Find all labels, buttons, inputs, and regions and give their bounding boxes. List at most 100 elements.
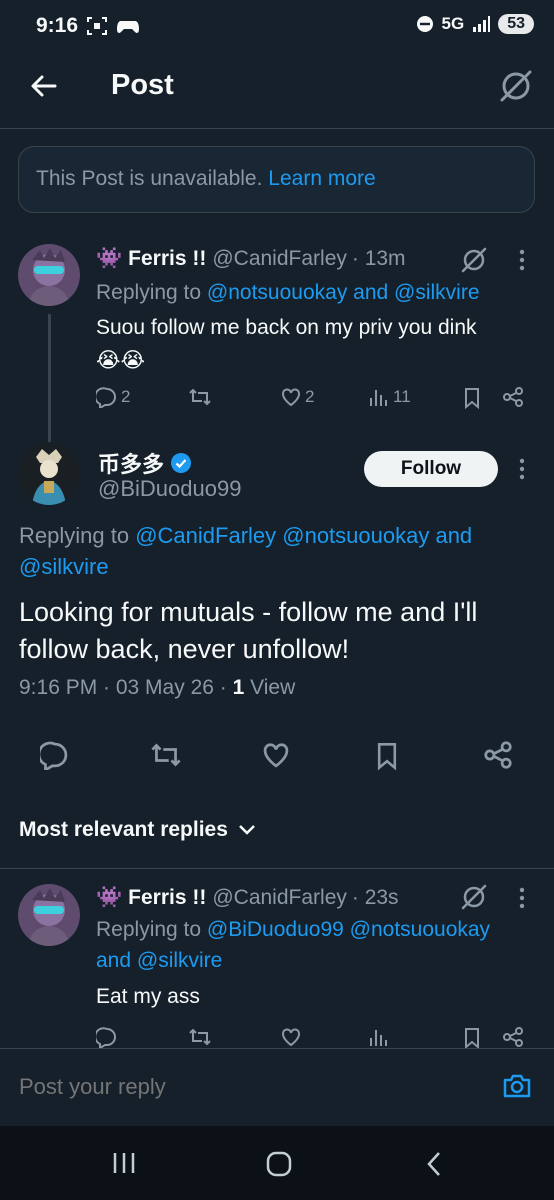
system-nav-bar [0,1126,554,1200]
replying-prefix: Replying to [19,523,130,548]
user-handle[interactable]: @CanidFarley [212,886,347,910]
reply-button[interactable] [96,1026,118,1048]
avatar-image [18,443,80,505]
screenshot-icon [86,16,108,36]
views-icon [370,390,387,406]
grok-explain-button[interactable] [460,246,488,274]
more-options-button[interactable] [518,886,526,910]
top-header: Post [0,54,554,129]
more-options-button[interactable] [518,248,526,272]
share-button[interactable] [502,386,524,408]
display-name[interactable]: Ferris !! [128,247,206,271]
replying-prefix: Replying to [96,918,202,941]
bookmark-button[interactable] [462,386,482,410]
like-count: 2 [305,387,315,406]
reply-icon [40,741,68,770]
heart-icon [282,388,300,407]
like-button[interactable]: 2 [280,386,314,408]
avatar[interactable] [18,884,80,946]
replying-to-line: Replying to @BiDuoduo99 @notsuouokay and… [96,914,546,976]
reply-icon [96,387,116,408]
share-icon [503,387,523,407]
bookmark-icon [465,388,479,410]
timestamp: · 13m [351,247,406,270]
signal-icon [472,16,491,32]
views-button[interactable] [368,1026,390,1048]
user-handle[interactable]: @BiDuoduo99 [98,476,241,502]
tweet-timestamp: 9:16 PM · 03 May 26 · [19,676,233,699]
user-handle[interactable]: @CanidFarley [212,247,347,271]
replying-to-mentions[interactable]: @CanidFarley @notsuouokay and [135,523,472,548]
tweet-text: Suou follow me back on my priv you dink … [96,312,536,376]
grok-button[interactable] [498,68,534,104]
game-controller-icon [116,16,140,36]
back-button[interactable] [28,70,60,102]
reply-icon [96,1027,116,1048]
avatar[interactable] [18,443,80,505]
views-button[interactable]: 11 [368,386,411,408]
reply-sort-dropdown[interactable]: Most relevant replies [19,818,256,842]
grok-icon [500,70,532,102]
tweet-text: Eat my ass [96,985,200,1008]
tweet-meta: 9:16 PM · 03 May 26 · 1 View [19,676,295,700]
grok-explain-button[interactable] [460,883,488,911]
reply-composer [0,1048,554,1127]
more-vertical-icon [519,249,525,271]
display-name[interactable]: 币多多 [98,447,164,479]
repost-button[interactable] [188,386,215,408]
heart-icon [282,1028,300,1047]
view-label[interactable]: View [244,676,295,699]
tweet-text-line: Suou follow me back on my priv you dink [96,316,477,339]
learn-more-link[interactable]: Learn more [268,167,375,190]
recent-apps-icon [113,1153,135,1173]
main-author-name-row: 币多多 [98,447,192,479]
bookmark-button[interactable] [374,740,400,772]
reply1-header: 👾 Ferris !! @CanidFarley · 13m [96,247,406,271]
tweet-actions: 2 2 11 [96,386,536,414]
views-icon [370,1030,387,1046]
grok-icon [461,247,487,273]
unavailable-post-notice: This Post is unavailable. Learn more [18,146,535,213]
follow-button[interactable]: Follow [364,451,498,487]
sort-label: Most relevant replies [19,818,228,841]
camera-button[interactable] [502,1073,532,1099]
reply-button[interactable] [40,740,70,770]
main-tweet-text: Looking for mutuals - follow me and I'll… [19,597,478,664]
repost-icon [151,743,181,767]
avatar[interactable] [18,244,80,306]
status-bar: 9:16 5G 53 [0,0,554,54]
arrow-left-icon [31,75,57,97]
repost-button[interactable] [149,740,183,770]
reply-input[interactable] [19,1074,459,1100]
repost-button[interactable] [188,1026,212,1048]
view-count: 1 [232,676,245,699]
bookmark-icon [377,743,397,771]
camera-icon [503,1074,531,1098]
share-button[interactable] [502,1026,524,1048]
back-nav-button[interactable] [424,1150,444,1178]
repost-icon [189,1028,211,1046]
more-options-button[interactable] [518,457,526,481]
replying-to-mention-silkvire[interactable]: and @silkvire [96,949,222,972]
home-button[interactable] [265,1150,293,1178]
share-icon [503,1027,523,1047]
like-button[interactable] [280,1026,302,1048]
more-vertical-icon [519,458,525,480]
reply-button[interactable]: 2 [96,386,130,408]
avatar-image [18,884,80,946]
share-icon [484,741,512,769]
divider [0,868,554,869]
bookmark-button[interactable] [462,1026,482,1050]
share-button[interactable] [483,740,513,770]
like-button[interactable] [261,740,291,770]
replying-to-mentions[interactable]: @notsuouokay and @silkvire [207,281,480,304]
verified-badge-icon [170,452,192,474]
replying-to-mention-silkvire[interactable]: @silkvire [19,554,109,579]
chevron-down-icon [238,824,256,836]
reply-count: 2 [121,387,131,406]
display-name[interactable]: Ferris !! [128,886,206,910]
recent-apps-button[interactable] [111,1150,137,1176]
replying-to-mentions[interactable]: @BiDuoduo99 @notsuouokay [207,918,490,941]
grok-icon [461,884,487,910]
avatar-image [18,244,80,306]
